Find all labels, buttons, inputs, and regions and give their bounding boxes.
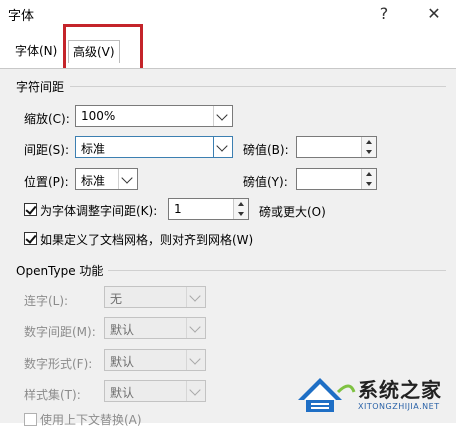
chevron-down-icon[interactable] [213,137,232,157]
spin-down-icon[interactable] [361,179,376,189]
watermark-logo: 系统之家 XITONGZHIJIA.NET [294,370,454,418]
chevron-down-icon[interactable] [186,381,205,401]
char-spacing-heading: 字符间距 [16,80,65,94]
help-button[interactable]: ? [370,2,398,26]
position-pt-spinner[interactable] [296,168,377,190]
contextual-alternates-label: 使用上下文替换(A) [40,413,142,427]
number-spacing-combo[interactable]: 默认 [104,317,206,339]
kerning-spinner[interactable]: 1 [168,198,249,220]
chevron-down-icon[interactable] [118,169,137,189]
number-forms-value: 默认 [110,355,135,369]
kerning-checkbox[interactable] [24,203,37,216]
kerning-label: 为字体调整字间距(K): [40,204,158,218]
snap-grid-checkbox[interactable] [24,232,37,245]
spin-down-icon[interactable] [233,209,248,219]
spacing-value: 标准 [81,142,106,156]
stylistic-sets-label: 样式集(T): [24,388,81,402]
scale-combo[interactable]: 100% [75,105,233,127]
chevron-down-icon[interactable] [186,287,205,307]
chevron-down-icon[interactable] [213,106,232,126]
watermark-brand: 系统之家 [358,378,442,402]
scale-value: 100% [81,109,116,123]
kerning-value[interactable]: 1 [174,202,182,216]
number-spacing-value: 默认 [110,323,135,337]
spacing-pt-spinner[interactable] [296,136,377,158]
tab-font[interactable]: 字体(N) [11,40,61,62]
highlight-box [63,24,143,71]
char-spacing-separator [70,86,446,87]
ligatures-value: 无 [110,292,123,306]
scale-label: 缩放(C): [24,112,70,126]
ligatures-combo[interactable]: 无 [104,286,206,308]
spin-down-icon[interactable] [361,147,376,157]
chevron-down-icon[interactable] [186,350,205,370]
watermark-url: XITONGZHIJIA.NET [358,402,440,411]
kerning-suffix-label: 磅或更大(O) [259,205,326,219]
position-label: 位置(P): [24,175,69,189]
position-pt-label: 磅值(Y): [243,175,288,189]
position-combo[interactable]: 标准 [75,168,138,190]
spacing-label: 间距(S): [24,143,70,157]
contextual-alternates-checkbox[interactable] [24,413,37,426]
number-spacing-label: 数字间距(M): [24,325,96,339]
number-forms-label: 数字形式(F): [24,357,93,371]
chevron-down-icon[interactable] [186,318,205,338]
close-button[interactable]: ✕ [420,2,448,26]
opentype-separator [108,270,446,271]
number-forms-combo[interactable]: 默认 [104,349,206,371]
opentype-heading: OpenType 功能 [16,264,104,278]
dialog-title: 字体 [8,9,35,24]
ligatures-label: 连字(L): [24,294,69,308]
spacing-combo[interactable]: 标准 [75,136,233,158]
stylistic-sets-value: 默认 [110,386,135,400]
position-value: 标准 [81,174,106,188]
snap-grid-label: 如果定义了文档网格，则对齐到网格(W) [40,233,254,247]
spacing-pt-label: 磅值(B): [243,143,289,157]
stylistic-sets-combo[interactable]: 默认 [104,380,206,402]
